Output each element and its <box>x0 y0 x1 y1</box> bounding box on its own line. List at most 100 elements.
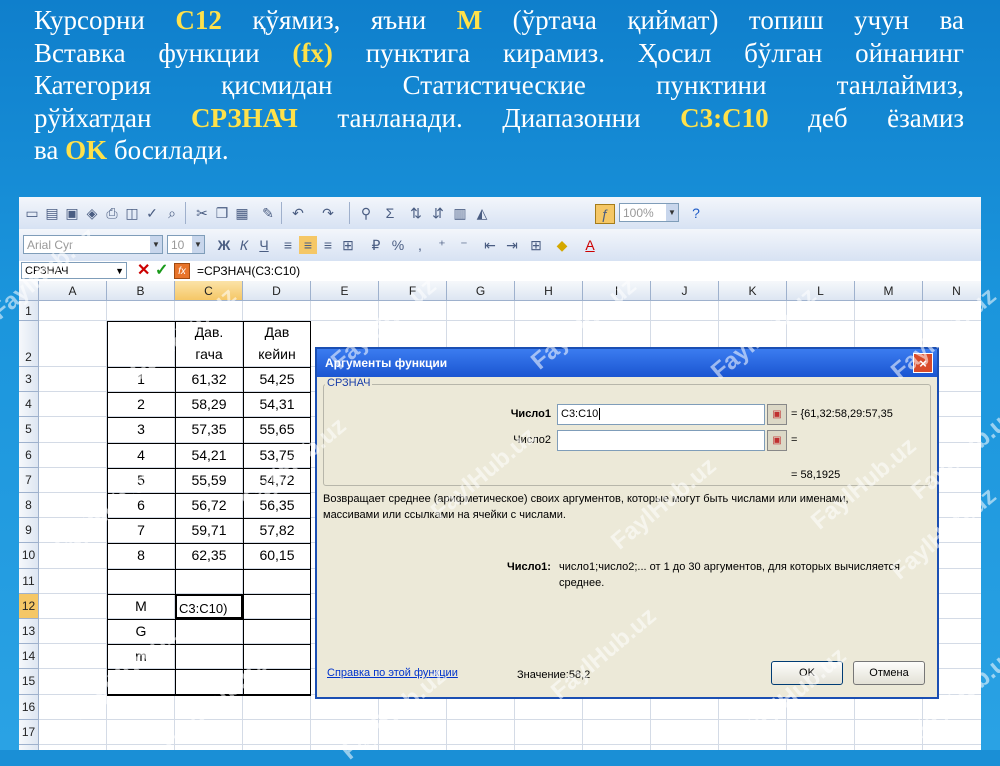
decrease-decimal-icon[interactable]: ⁻ <box>455 236 473 254</box>
row-header-2[interactable]: 2 <box>19 321 39 367</box>
percent-icon[interactable]: % <box>389 236 407 254</box>
cell[interactable] <box>243 301 311 321</box>
cell[interactable] <box>107 301 175 321</box>
cancel-button[interactable]: Отмена <box>853 661 925 685</box>
autosum-icon[interactable]: Σ <box>381 204 399 222</box>
cell[interactable] <box>107 745 175 750</box>
column-header-k[interactable]: K <box>719 281 787 301</box>
cell[interactable] <box>39 593 107 619</box>
cell[interactable] <box>39 493 107 519</box>
row-header-8[interactable]: 8 <box>19 493 39 519</box>
cut-icon[interactable]: ✂ <box>193 204 211 222</box>
fx-icon[interactable]: fx <box>174 263 190 279</box>
cell[interactable] <box>447 301 515 321</box>
cell[interactable] <box>39 694 107 720</box>
comma-style-icon[interactable]: , <box>411 236 429 254</box>
spelling-icon[interactable]: ✓ <box>143 204 161 222</box>
cell[interactable] <box>787 301 855 321</box>
cell[interactable] <box>923 301 981 321</box>
enter-formula-icon[interactable]: ✓ <box>155 261 168 281</box>
row-header-12[interactable]: 12 <box>19 593 39 619</box>
cell[interactable] <box>39 568 107 594</box>
cell[interactable] <box>787 745 855 750</box>
row-header-3[interactable]: 3 <box>19 367 39 393</box>
column-header-d[interactable]: D <box>243 281 311 301</box>
cell[interactable] <box>243 745 311 750</box>
cell[interactable] <box>379 719 447 745</box>
font-size-combo[interactable]: 10 ▼ <box>167 235 205 254</box>
research-icon[interactable]: ⌕ <box>163 204 181 222</box>
cancel-formula-icon[interactable]: ✕ <box>137 261 150 281</box>
print-icon[interactable]: ⎙ <box>103 204 121 222</box>
column-header-n[interactable]: N <box>923 281 981 301</box>
cell[interactable] <box>787 719 855 745</box>
cell[interactable] <box>39 367 107 393</box>
select-all-corner[interactable] <box>19 281 39 301</box>
cell[interactable] <box>311 301 379 321</box>
redo-icon[interactable]: ↷ <box>319 204 337 222</box>
zoom-combo[interactable]: 100% ▼ <box>619 203 679 222</box>
formula-input[interactable]: =СРЗНАЧ(C3:C10) <box>197 261 300 281</box>
cell[interactable] <box>515 719 583 745</box>
column-header-b[interactable]: B <box>107 281 175 301</box>
cell[interactable] <box>39 417 107 443</box>
cell[interactable] <box>39 644 107 670</box>
sort-ascending-icon[interactable]: ⇅ <box>407 204 425 222</box>
cell[interactable] <box>515 301 583 321</box>
column-header-m[interactable]: M <box>855 281 923 301</box>
cell[interactable] <box>855 719 923 745</box>
arg2-collapse-button[interactable]: ▣ <box>767 430 787 451</box>
cell[interactable] <box>39 745 107 750</box>
column-header-h[interactable]: H <box>515 281 583 301</box>
column-header-l[interactable]: L <box>787 281 855 301</box>
cell[interactable] <box>107 694 175 720</box>
column-header-g[interactable]: G <box>447 281 515 301</box>
column-header-a[interactable]: A <box>39 281 107 301</box>
underline-icon[interactable]: Ч <box>255 236 273 254</box>
paste-icon[interactable]: ▦ <box>233 204 251 222</box>
insert-function-icon[interactable]: ƒ <box>595 204 615 224</box>
name-box[interactable]: СРЗНАЧ ▼ <box>21 262 127 279</box>
cell[interactable] <box>39 518 107 544</box>
align-center-icon[interactable]: ≡ <box>299 236 317 254</box>
row-header-9[interactable]: 9 <box>19 518 39 544</box>
cell[interactable] <box>447 745 515 750</box>
cell[interactable] <box>39 543 107 569</box>
cell[interactable] <box>379 301 447 321</box>
cell[interactable] <box>651 719 719 745</box>
row-header-18[interactable]: 18 <box>19 745 39 750</box>
hyperlink-icon[interactable]: ⚲ <box>357 204 375 222</box>
row-header-6[interactable]: 6 <box>19 442 39 468</box>
cell[interactable] <box>719 719 787 745</box>
column-header-e[interactable]: E <box>311 281 379 301</box>
font-name-combo[interactable]: Arial Cyr ▼ <box>23 235 163 254</box>
save-icon[interactable]: ▣ <box>63 204 81 222</box>
cell[interactable] <box>855 301 923 321</box>
cell[interactable] <box>39 301 107 321</box>
cell[interactable] <box>39 392 107 418</box>
help-icon[interactable]: ? <box>687 204 705 222</box>
row-header-14[interactable]: 14 <box>19 644 39 670</box>
cell[interactable] <box>583 301 651 321</box>
new-icon[interactable]: ▭ <box>23 204 41 222</box>
cell[interactable] <box>855 745 923 750</box>
arg2-input[interactable] <box>557 430 765 451</box>
help-link[interactable]: Справка по этой функции <box>327 667 458 679</box>
cell[interactable] <box>39 321 107 367</box>
row-header-16[interactable]: 16 <box>19 694 39 720</box>
row-header-13[interactable]: 13 <box>19 619 39 645</box>
cell[interactable] <box>39 619 107 645</box>
cell[interactable] <box>719 301 787 321</box>
row-header-17[interactable]: 17 <box>19 719 39 745</box>
undo-icon[interactable]: ↶ <box>289 204 307 222</box>
cell[interactable] <box>175 745 243 750</box>
align-left-icon[interactable]: ≡ <box>279 236 297 254</box>
arg1-input[interactable]: C3:C10 <box>557 404 765 425</box>
format-painter-icon[interactable]: ✎ <box>259 204 277 222</box>
italic-icon[interactable]: К <box>235 236 253 254</box>
column-header-i[interactable]: I <box>583 281 651 301</box>
row-header-1[interactable]: 1 <box>19 301 39 321</box>
column-header-f[interactable]: F <box>379 281 447 301</box>
close-button[interactable]: × <box>913 353 933 373</box>
cell[interactable] <box>923 720 981 745</box>
